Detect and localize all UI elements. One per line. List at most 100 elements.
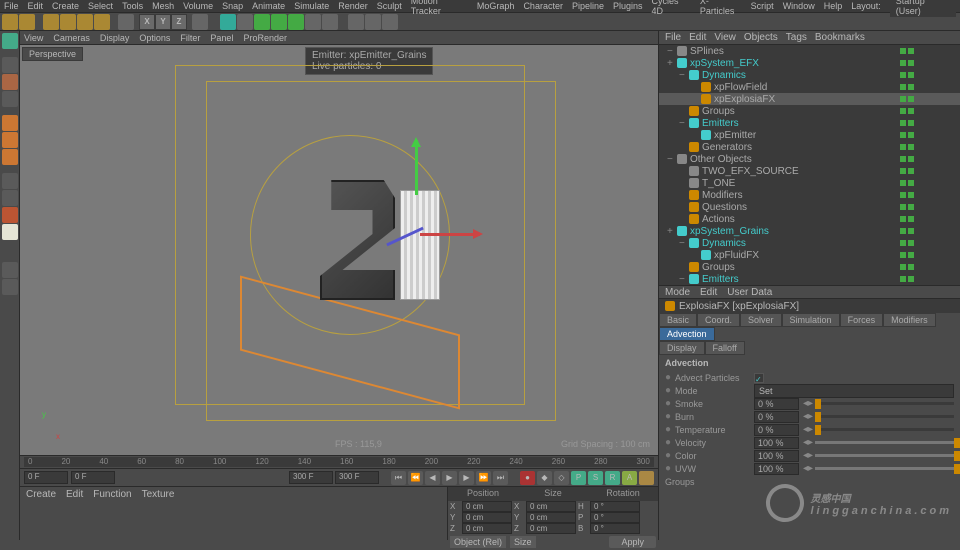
tab-forces[interactable]: Forces — [840, 313, 884, 327]
obj-menu-bookmarks[interactable]: Bookmarks — [815, 32, 865, 43]
tree-item-groups[interactable]: Groups — [659, 105, 960, 117]
menu-animate[interactable]: Animate — [252, 1, 285, 11]
timeline-ruler[interactable]: 0204060801001201401601802002202402602803… — [24, 457, 654, 467]
current-frame[interactable]: 0 F — [71, 471, 115, 484]
tab-solver[interactable]: Solver — [740, 313, 782, 327]
tree-item-emitters[interactable]: −Emitters — [659, 273, 960, 285]
menu-sculpt[interactable]: Sculpt — [377, 1, 402, 11]
spline-primitive[interactable] — [237, 14, 253, 30]
tree-item-splines[interactable]: −SPlines — [659, 45, 960, 57]
y-axis-arrow[interactable] — [415, 140, 418, 195]
tree-item-emitters[interactable]: −Emitters — [659, 117, 960, 129]
tab-simulation[interactable]: Simulation — [782, 313, 840, 327]
z-axis-toggle[interactable]: Z — [171, 14, 187, 30]
x-axis-arrow[interactable] — [420, 233, 480, 236]
move-tool[interactable] — [60, 14, 76, 30]
render-settings-button[interactable] — [382, 14, 398, 30]
apply-button[interactable]: Apply — [609, 536, 656, 548]
menu-render[interactable]: Render — [338, 1, 368, 11]
burn-value[interactable]: 0 % — [754, 411, 799, 423]
autokey-button[interactable]: ◆ — [537, 471, 552, 485]
x-axis-toggle[interactable]: X — [139, 14, 155, 30]
menu-file[interactable]: File — [4, 1, 19, 11]
start-frame[interactable]: 0 F — [24, 471, 68, 484]
menu-simulate[interactable]: Simulate — [294, 1, 329, 11]
view-menu-cameras[interactable]: Cameras — [53, 33, 90, 43]
axis-mode[interactable] — [2, 173, 18, 189]
y-axis-toggle[interactable]: Y — [155, 14, 171, 30]
redo-button[interactable] — [19, 14, 35, 30]
mat-menu-function[interactable]: Function — [93, 489, 131, 500]
coord-system-button[interactable] — [192, 14, 208, 30]
model-mode[interactable] — [2, 57, 18, 73]
view-menu-display[interactable]: Display — [100, 33, 130, 43]
tab-advection[interactable]: Advection — [659, 327, 715, 341]
menu-create[interactable]: Create — [52, 1, 79, 11]
tab-basic[interactable]: Basic — [659, 313, 697, 327]
record-button[interactable]: ● — [520, 471, 535, 485]
view-menu-filter[interactable]: Filter — [180, 33, 200, 43]
step-fwd-key[interactable]: ⏩ — [476, 471, 491, 485]
play-forward[interactable]: ▶ — [442, 471, 457, 485]
menu-pipeline[interactable]: Pipeline — [572, 1, 604, 11]
deformer-button[interactable] — [271, 14, 287, 30]
tab-display[interactable]: Display — [659, 341, 705, 355]
tree-item-xpemitter[interactable]: xpEmitter — [659, 129, 960, 141]
tree-item-xpflowfield[interactable]: xpFlowField — [659, 81, 960, 93]
menu-motion-tracker[interactable]: Motion Tracker — [411, 0, 468, 16]
menu-volume[interactable]: Volume — [183, 1, 213, 11]
planar-workplane[interactable] — [2, 279, 18, 295]
rot-key[interactable]: R — [605, 471, 620, 485]
menu-snap[interactable]: Snap — [222, 1, 243, 11]
menu-select[interactable]: Select — [88, 1, 113, 11]
tree-item-t_one[interactable]: T_ONE — [659, 177, 960, 189]
uvw-value[interactable]: 100 % — [754, 463, 799, 475]
temp-slider[interactable] — [815, 428, 954, 431]
object-mode-select[interactable]: Object (Rel) — [450, 536, 506, 548]
color-slider[interactable] — [815, 454, 954, 457]
smoke-value[interactable]: 0 % — [754, 398, 799, 410]
menu-window[interactable]: Window — [783, 1, 815, 11]
render-view-button[interactable] — [348, 14, 364, 30]
step-back[interactable]: ◀ — [425, 471, 440, 485]
menu-plugins[interactable]: Plugins — [613, 1, 643, 11]
menu-script[interactable]: Script — [751, 1, 774, 11]
tree-item-other objects[interactable]: −Other Objects — [659, 153, 960, 165]
step-back-key[interactable]: ⏪ — [408, 471, 423, 485]
points-mode[interactable] — [2, 115, 18, 131]
obj-menu-view[interactable]: View — [714, 32, 736, 43]
menu-edit[interactable]: Edit — [28, 1, 44, 11]
menu-help[interactable]: Help — [824, 1, 843, 11]
menu-mesh[interactable]: Mesh — [152, 1, 174, 11]
locked-workplane[interactable] — [2, 262, 18, 278]
light-button[interactable] — [322, 14, 338, 30]
goto-end[interactable]: ⏭ — [493, 471, 508, 485]
cube-primitive[interactable] — [220, 14, 236, 30]
environment-button[interactable] — [288, 14, 304, 30]
tree-item-xpsystem_efx[interactable]: +xpSystem_EFX — [659, 57, 960, 69]
render-pv-button[interactable] — [365, 14, 381, 30]
history-button[interactable] — [118, 14, 134, 30]
velocity-value[interactable]: 100 % — [754, 437, 799, 449]
keyframe-button[interactable]: ◇ — [554, 471, 569, 485]
tree-item-generators[interactable]: Generators — [659, 141, 960, 153]
menu-tools[interactable]: Tools — [122, 1, 143, 11]
viewport[interactable]: Perspective Emitter: xpEmitter_Grains Li… — [20, 45, 658, 455]
menu-x-particles[interactable]: X-Particles — [700, 0, 742, 16]
smoke-slider[interactable] — [815, 402, 954, 405]
tree-item-xpfluidfx[interactable]: xpFluidFX — [659, 249, 960, 261]
tree-item-actions[interactable]: Actions — [659, 213, 960, 225]
object-tree[interactable]: −SPlines+xpSystem_EFX−DynamicsxpFlowFiel… — [659, 45, 960, 285]
tree-item-questions[interactable]: Questions — [659, 201, 960, 213]
color-value[interactable]: 100 % — [754, 450, 799, 462]
tree-item-dynamics[interactable]: −Dynamics — [659, 69, 960, 81]
goto-start[interactable]: ⏮ — [391, 471, 406, 485]
tab-coord[interactable]: Coord. — [697, 313, 740, 327]
tree-item-dynamics[interactable]: −Dynamics — [659, 237, 960, 249]
view-menu-panel[interactable]: Panel — [210, 33, 233, 43]
tree-item-xpsystem_grains[interactable]: +xpSystem_Grains — [659, 225, 960, 237]
pos-key[interactable]: P — [571, 471, 586, 485]
obj-menu-file[interactable]: File — [665, 32, 681, 43]
advect-checkbox[interactable] — [754, 373, 764, 383]
view-menu-view[interactable]: View — [24, 33, 43, 43]
